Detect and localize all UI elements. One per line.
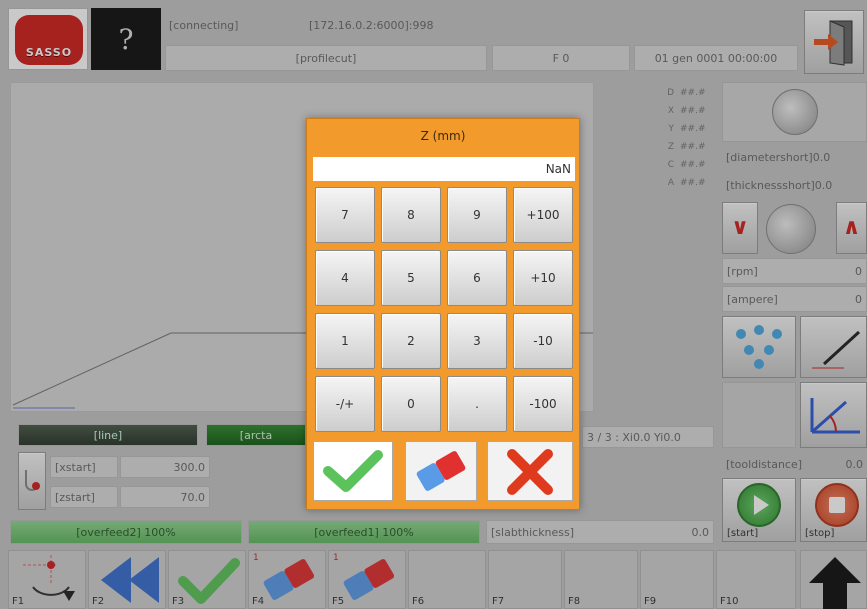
- help-button[interactable]: ?: [91, 8, 161, 70]
- chevron-double-up-icon: ∧: [842, 215, 861, 240]
- numeric-keypad-dialog: Z (mm) NaN 7 8 9 +100 4 5 6 +10 1 2 3 -1…: [306, 118, 580, 510]
- water-drops-icon: [736, 325, 782, 369]
- chevron-double-down-icon: ∨: [731, 215, 749, 240]
- segment-status: 3 / 3 : Xi0.0 Yi0.0: [582, 426, 714, 448]
- blade-down-button[interactable]: ∨: [722, 202, 758, 254]
- axis-z: Z ##.#: [667, 142, 706, 152]
- key-minus-100[interactable]: -100: [513, 376, 573, 432]
- key-8[interactable]: 8: [381, 187, 441, 243]
- key-3[interactable]: 3: [447, 313, 507, 369]
- checkmark-icon: [323, 450, 383, 492]
- tab-arc[interactable]: [arcta: [206, 424, 306, 446]
- start-label: [start]: [727, 528, 759, 539]
- confirm-button[interactable]: [313, 441, 393, 501]
- arrow-up-icon: [809, 557, 861, 609]
- address-display: [172.16.0.2:6000]:998: [309, 18, 434, 32]
- dialog-title: Z (mm): [420, 129, 466, 143]
- ampere-field: [ampere] 0: [722, 286, 867, 312]
- stop-icon: [815, 483, 859, 527]
- axis-y: Y ##.#: [668, 124, 706, 134]
- shift-up-button[interactable]: [800, 550, 867, 609]
- fkey-f3[interactable]: F3: [168, 550, 246, 609]
- feed-field: F 0: [492, 45, 630, 71]
- slabthickness-field: [slabthickness] 0.0: [486, 520, 714, 544]
- help-icon: ?: [118, 22, 134, 56]
- exit-door-icon: [814, 20, 853, 66]
- key-1[interactable]: 1: [315, 313, 375, 369]
- xstart-label: [xstart]: [50, 456, 118, 478]
- dialog-value-field[interactable]: NaN: [313, 157, 575, 181]
- key-4[interactable]: 4: [315, 250, 375, 306]
- stop-button[interactable]: [stop]: [800, 478, 867, 542]
- fkey-f5[interactable]: 1 F5: [328, 550, 406, 609]
- logo: SASSO: [8, 8, 88, 70]
- zstart-field[interactable]: 70.0: [120, 486, 210, 508]
- key-plus-100[interactable]: +100: [513, 187, 573, 243]
- key-plus-10[interactable]: +10: [513, 250, 573, 306]
- connection-status: [connecting]: [169, 18, 239, 32]
- laser-line-icon: [811, 330, 860, 369]
- fkey-f2[interactable]: F2: [88, 550, 166, 609]
- key-sign[interactable]: -/+: [315, 376, 375, 432]
- tab-line[interactable]: [line]: [18, 424, 198, 446]
- blade-up-button[interactable]: ∧: [836, 202, 867, 254]
- eraser-icon: [416, 451, 466, 491]
- exit-button[interactable]: [804, 10, 864, 74]
- key-2[interactable]: 2: [381, 313, 441, 369]
- fkey-f7[interactable]: F7: [488, 550, 562, 609]
- empty-tile: [722, 382, 796, 448]
- start-button[interactable]: [start]: [722, 478, 796, 542]
- key-0[interactable]: 0: [381, 376, 441, 432]
- axis-d: D ##.#: [667, 88, 706, 98]
- fkey-f1[interactable]: F1: [8, 550, 86, 609]
- axis-readouts: D ##.# X ##.# Y ##.# Z ##.# C ##.# A ##.#: [664, 88, 718, 196]
- cancel-button[interactable]: [487, 441, 573, 501]
- fkey-f4[interactable]: 1 F4: [248, 550, 326, 609]
- tool-origin-icon: [25, 470, 40, 491]
- clear-button[interactable]: [405, 441, 477, 501]
- blade-disc-icon: [771, 89, 818, 135]
- key-6[interactable]: 6: [447, 250, 507, 306]
- key-9[interactable]: 9: [447, 187, 507, 243]
- tooldistance-field: [tooldistance] 0.0: [726, 457, 863, 471]
- water-button[interactable]: [722, 316, 796, 378]
- play-icon: [737, 483, 781, 527]
- axis-c: C ##.#: [667, 160, 706, 170]
- axis-x: X ##.#: [667, 106, 706, 116]
- logo-mark: SASSO: [15, 15, 83, 65]
- x-icon: [507, 449, 553, 495]
- fkey-f9[interactable]: F9: [640, 550, 714, 609]
- diametershort-field: [diametershort]0.0: [726, 150, 831, 164]
- axis-a: A ##.#: [667, 178, 706, 188]
- thicknessshort-field: [thicknessshort]0.0: [726, 178, 833, 192]
- fkey-f6[interactable]: F6: [408, 550, 486, 609]
- angle-button[interactable]: [800, 382, 867, 448]
- blade-disc-small-icon: [766, 204, 816, 254]
- overfeed2-bar[interactable]: [overfeed2] 100%: [10, 520, 242, 544]
- angle-icon: [810, 398, 860, 434]
- blade-panel: [722, 82, 867, 142]
- rpm-field: [rpm] 0: [722, 258, 867, 284]
- xstart-field[interactable]: 300.0: [120, 456, 210, 478]
- stop-label: [stop]: [805, 528, 835, 539]
- laser-line-button[interactable]: [800, 316, 867, 378]
- fkey-f10[interactable]: F10: [716, 550, 796, 609]
- job-info-field: 01 gen 0001 00:00:00: [634, 45, 798, 71]
- key-5[interactable]: 5: [381, 250, 441, 306]
- overfeed1-bar[interactable]: [overfeed1] 100%: [248, 520, 480, 544]
- tool-button[interactable]: [18, 452, 46, 510]
- zstart-label: [zstart]: [50, 486, 118, 508]
- fkey-f8[interactable]: F8: [564, 550, 638, 609]
- key-minus-10[interactable]: -10: [513, 313, 573, 369]
- profile-field: [profilecut]: [165, 45, 487, 71]
- logo-text: SASSO: [25, 46, 73, 59]
- key-decimal[interactable]: .: [447, 376, 507, 432]
- key-7[interactable]: 7: [315, 187, 375, 243]
